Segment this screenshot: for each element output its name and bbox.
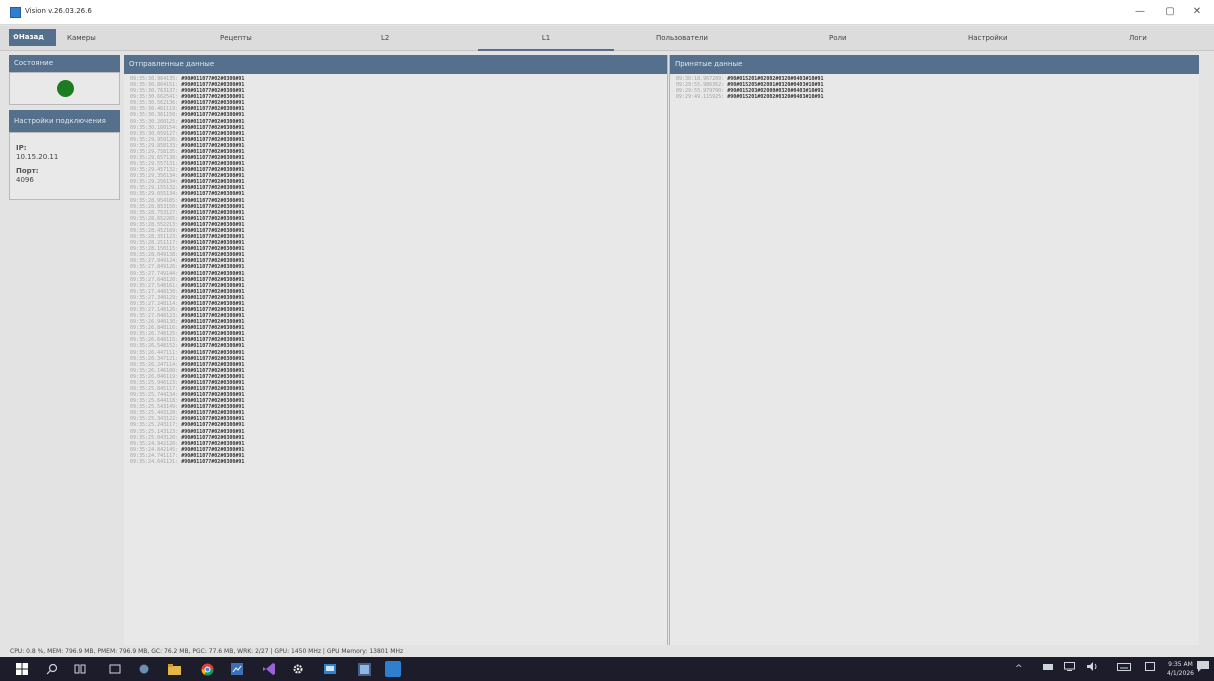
tab-settings[interactable]: Настройки bbox=[968, 26, 1008, 51]
log-timestamp: 09:29:49.115925 bbox=[676, 94, 722, 101]
ip-label: IP: bbox=[16, 144, 27, 152]
tab-users[interactable]: Пользователи bbox=[656, 26, 708, 51]
close-button[interactable]: ✕ bbox=[1187, 5, 1207, 19]
maximize-button[interactable]: ▢ bbox=[1160, 5, 1180, 19]
back-button[interactable]: ✿Назад bbox=[9, 29, 56, 46]
system-status-bar: CPU: 0.8 %, MEM: 796.9 MB, PMEM: 796.9 M… bbox=[0, 647, 1214, 657]
minimize-button[interactable]: — bbox=[1130, 5, 1150, 19]
app-icon[interactable] bbox=[229, 661, 245, 677]
received-data-panel: Принятые данные 09:30:18.967209: #90#015… bbox=[669, 55, 1199, 645]
ip-value: 10.15.20.11 bbox=[16, 153, 59, 161]
sent-data-panel: Отправленные данные 09:35:30.964135: #90… bbox=[124, 55, 668, 645]
window-title: Vision v.26.03.26.6 bbox=[25, 7, 92, 15]
status-box bbox=[9, 72, 120, 105]
log-timestamp: 09:35:24.641131 bbox=[130, 458, 176, 465]
title-bar: Vision v.26.03.26.6 — ▢ ✕ bbox=[0, 0, 1214, 25]
task-view-icon[interactable] bbox=[72, 661, 88, 677]
clock-time: 9:35 AM bbox=[1168, 661, 1193, 668]
left-sidebar: Состояние Настройки подключения IP: 10.1… bbox=[9, 55, 120, 200]
notification-icon[interactable] bbox=[1197, 661, 1209, 675]
connection-settings-header: Настройки подключения bbox=[9, 110, 120, 132]
port-label: Порт: bbox=[16, 167, 39, 175]
log-line: 09:35:24.641131: #90#011077#02#0300#91 bbox=[130, 458, 245, 465]
status-indicator bbox=[57, 80, 74, 97]
tray-app-icon[interactable] bbox=[1043, 661, 1053, 677]
vision-app-window: Vision v.26.03.26.6 — ▢ ✕ ✿Назад Камеры … bbox=[0, 0, 1214, 681]
windows-icon[interactable] bbox=[14, 661, 30, 677]
vision-app-icon[interactable] bbox=[385, 661, 401, 677]
app-icon[interactable] bbox=[136, 661, 152, 677]
app-icon[interactable] bbox=[322, 661, 338, 677]
log-message: #90#011077#02#0300#91 bbox=[181, 458, 245, 465]
tab-l1[interactable]: L1 bbox=[478, 26, 614, 51]
chrome-icon[interactable] bbox=[199, 661, 215, 677]
tab-roles[interactable]: Роли bbox=[829, 26, 847, 51]
received-data-header: Принятые данные bbox=[670, 55, 1199, 74]
network-icon[interactable] bbox=[1064, 661, 1075, 677]
keyboard-icon[interactable] bbox=[1117, 661, 1131, 677]
input-language-icon[interactable] bbox=[1145, 661, 1155, 677]
tray-chevron-icon[interactable]: ^ bbox=[1015, 661, 1023, 677]
main-navigation: ✿Назад Камеры Рецепты L2 L1 Пользователи… bbox=[0, 26, 1214, 51]
windows-taskbar: ^ 9:35 AM 4/1/2026 bbox=[0, 657, 1214, 681]
app-icon[interactable] bbox=[356, 661, 372, 677]
clock-date: 4/1/2026 bbox=[1167, 670, 1194, 677]
sent-data-header: Отправленные данные bbox=[124, 55, 667, 74]
status-header: Состояние bbox=[9, 55, 120, 72]
tab-cameras[interactable]: Камеры bbox=[67, 26, 96, 51]
search-icon[interactable] bbox=[44, 661, 60, 677]
file-explorer-icon[interactable] bbox=[166, 661, 182, 677]
visual-studio-icon[interactable] bbox=[260, 661, 276, 677]
received-data-log[interactable]: 09:30:18.967209: #90#015201#02002#0320#0… bbox=[670, 74, 1199, 102]
taskbar-clock[interactable]: 9:35 AM 4/1/2026 bbox=[1167, 660, 1194, 678]
port-value: 4096 bbox=[16, 176, 34, 184]
connection-settings-box: IP: 10.15.20.11 Порт: 4096 bbox=[9, 132, 120, 200]
log-line: 09:29:49.115925: #90#015201#02002#0320#0… bbox=[676, 94, 824, 101]
sent-data-log[interactable]: 09:35:30.964135: #90#011077#02#0300#91 09… bbox=[124, 74, 667, 467]
app-icon[interactable] bbox=[107, 661, 123, 677]
tab-recipes[interactable]: Рецепты bbox=[220, 26, 252, 51]
tab-l2[interactable]: L2 bbox=[381, 26, 389, 51]
tab-logs[interactable]: Логи bbox=[1129, 26, 1147, 51]
log-message: #90#015201#02002#0320#0403#10#91 bbox=[727, 94, 824, 101]
volume-icon[interactable] bbox=[1087, 661, 1099, 677]
gear-icon[interactable] bbox=[290, 661, 306, 677]
vision-app-icon bbox=[10, 7, 21, 18]
